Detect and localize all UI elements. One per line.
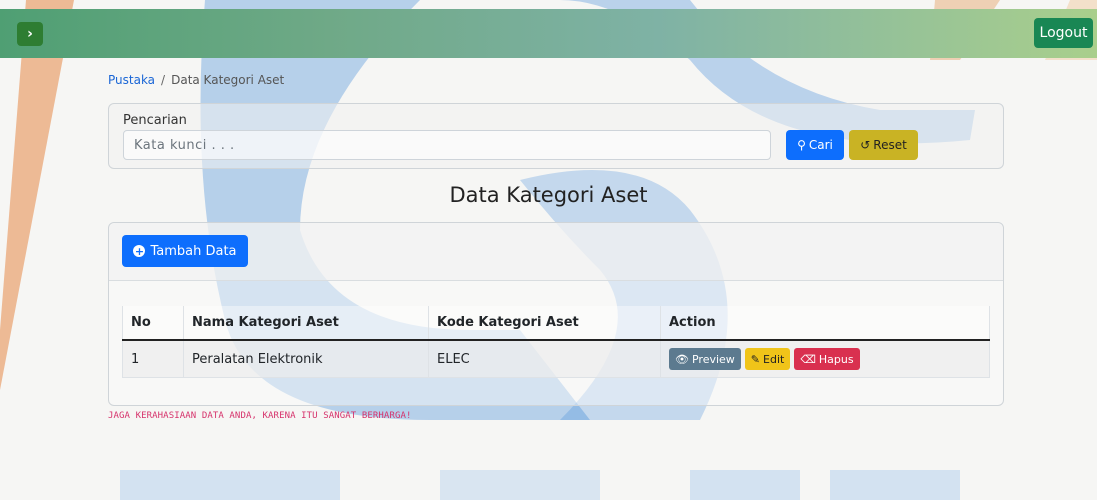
search-button[interactable]: ⚲ Cari <box>786 130 844 160</box>
cell-action: 👁 Preview ✎ Edit ⌫ Hapus <box>660 340 990 378</box>
column-header-no: No <box>122 306 184 341</box>
add-data-button[interactable]: + Tambah Data <box>122 235 248 267</box>
column-header-nama: Nama Kategori Aset <box>183 306 429 341</box>
page-title: Data Kategori Aset <box>449 183 648 207</box>
data-card: + Tambah Data No Nama Kategori Aset Kode… <box>108 222 1004 406</box>
cell-nama: Peralatan Elektronik <box>183 340 429 378</box>
column-header-kode: Kode Kategori Aset <box>428 306 661 341</box>
eye-icon: 👁 <box>675 352 689 366</box>
reset-icon: ↺ <box>860 138 871 152</box>
edit-button[interactable]: ✎ Edit <box>744 348 791 370</box>
breadcrumb-link-pustaka[interactable]: Pustaka <box>108 73 155 87</box>
preview-button[interactable]: 👁 Preview <box>669 348 741 370</box>
logout-button[interactable]: Logout <box>1034 18 1093 48</box>
search-label: Pencarian <box>123 113 187 128</box>
preview-button-label: Preview <box>691 352 735 366</box>
breadcrumb-current: Data Kategori Aset <box>171 73 285 87</box>
edit-icon: ✎ <box>750 352 761 366</box>
add-data-button-label: Tambah Data <box>150 243 237 259</box>
column-header-action: Action <box>660 306 990 341</box>
sidebar-toggle-button[interactable]: › <box>17 22 43 46</box>
table-row: 1 Peralatan Elektronik ELEC 👁 Preview ✎ … <box>122 340 990 378</box>
delete-button[interactable]: ⌫ Hapus <box>794 348 860 370</box>
edit-button-label: Edit <box>763 352 785 366</box>
reset-button-label: Reset <box>873 138 907 152</box>
cell-no: 1 <box>122 340 184 378</box>
search-icon: ⚲ <box>797 138 806 152</box>
breadcrumb: Pustaka / Data Kategori Aset <box>108 73 284 87</box>
plus-circle-icon: + <box>133 244 146 258</box>
eraser-icon: ⌫ <box>800 352 816 366</box>
data-table: No Nama Kategori Aset Kode Kategori Aset… <box>122 306 990 378</box>
breadcrumb-separator: / <box>161 73 166 87</box>
footer-warning-text: JAGA KERAHASIAAN DATA ANDA, KARENA ITU S… <box>108 411 412 421</box>
main-content: Pustaka / Data Kategori Aset Pencarian ⚲ C… <box>0 0 1097 500</box>
table-header-row: No Nama Kategori Aset Kode Kategori Aset… <box>122 306 990 341</box>
delete-button-label: Hapus <box>818 352 854 366</box>
cell-kode: ELEC <box>428 340 661 378</box>
card-header: + Tambah Data <box>109 223 1003 281</box>
reset-button[interactable]: ↺ Reset <box>849 130 918 160</box>
search-button-label: Cari <box>808 138 833 152</box>
chevron-right-icon: › <box>27 26 33 42</box>
search-card: Pencarian ⚲ Cari ↺ Reset <box>108 103 1004 169</box>
action-buttons: 👁 Preview ✎ Edit ⌫ Hapus <box>669 348 981 370</box>
search-input[interactable] <box>123 130 771 160</box>
